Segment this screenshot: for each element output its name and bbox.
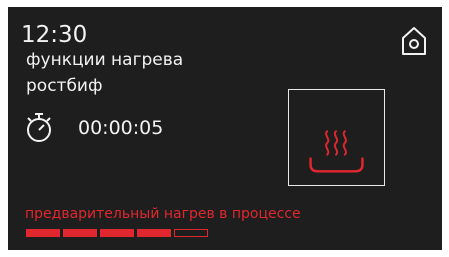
status-message: предварительный нагрев в процессе	[25, 206, 301, 222]
home-icon[interactable]	[400, 25, 428, 57]
progress-segment	[26, 229, 60, 237]
program-name[interactable]: ростбиф	[26, 78, 103, 95]
clock-time: 12:30	[21, 22, 88, 48]
heating-mode-button[interactable]	[288, 89, 385, 186]
stopwatch-icon[interactable]	[24, 111, 54, 145]
progress-segment	[137, 229, 171, 237]
progress-segment	[174, 229, 208, 237]
oven-display: 12:30 функции нагрева ростбиф 00:00:05 п…	[8, 7, 442, 250]
heating-functions-label[interactable]: функции нагрева	[26, 52, 183, 69]
timer-value[interactable]: 00:00:05	[78, 119, 163, 138]
top-bottom-heat-icon	[309, 130, 364, 173]
progress-segment	[63, 229, 97, 237]
progress-segment	[100, 229, 134, 237]
